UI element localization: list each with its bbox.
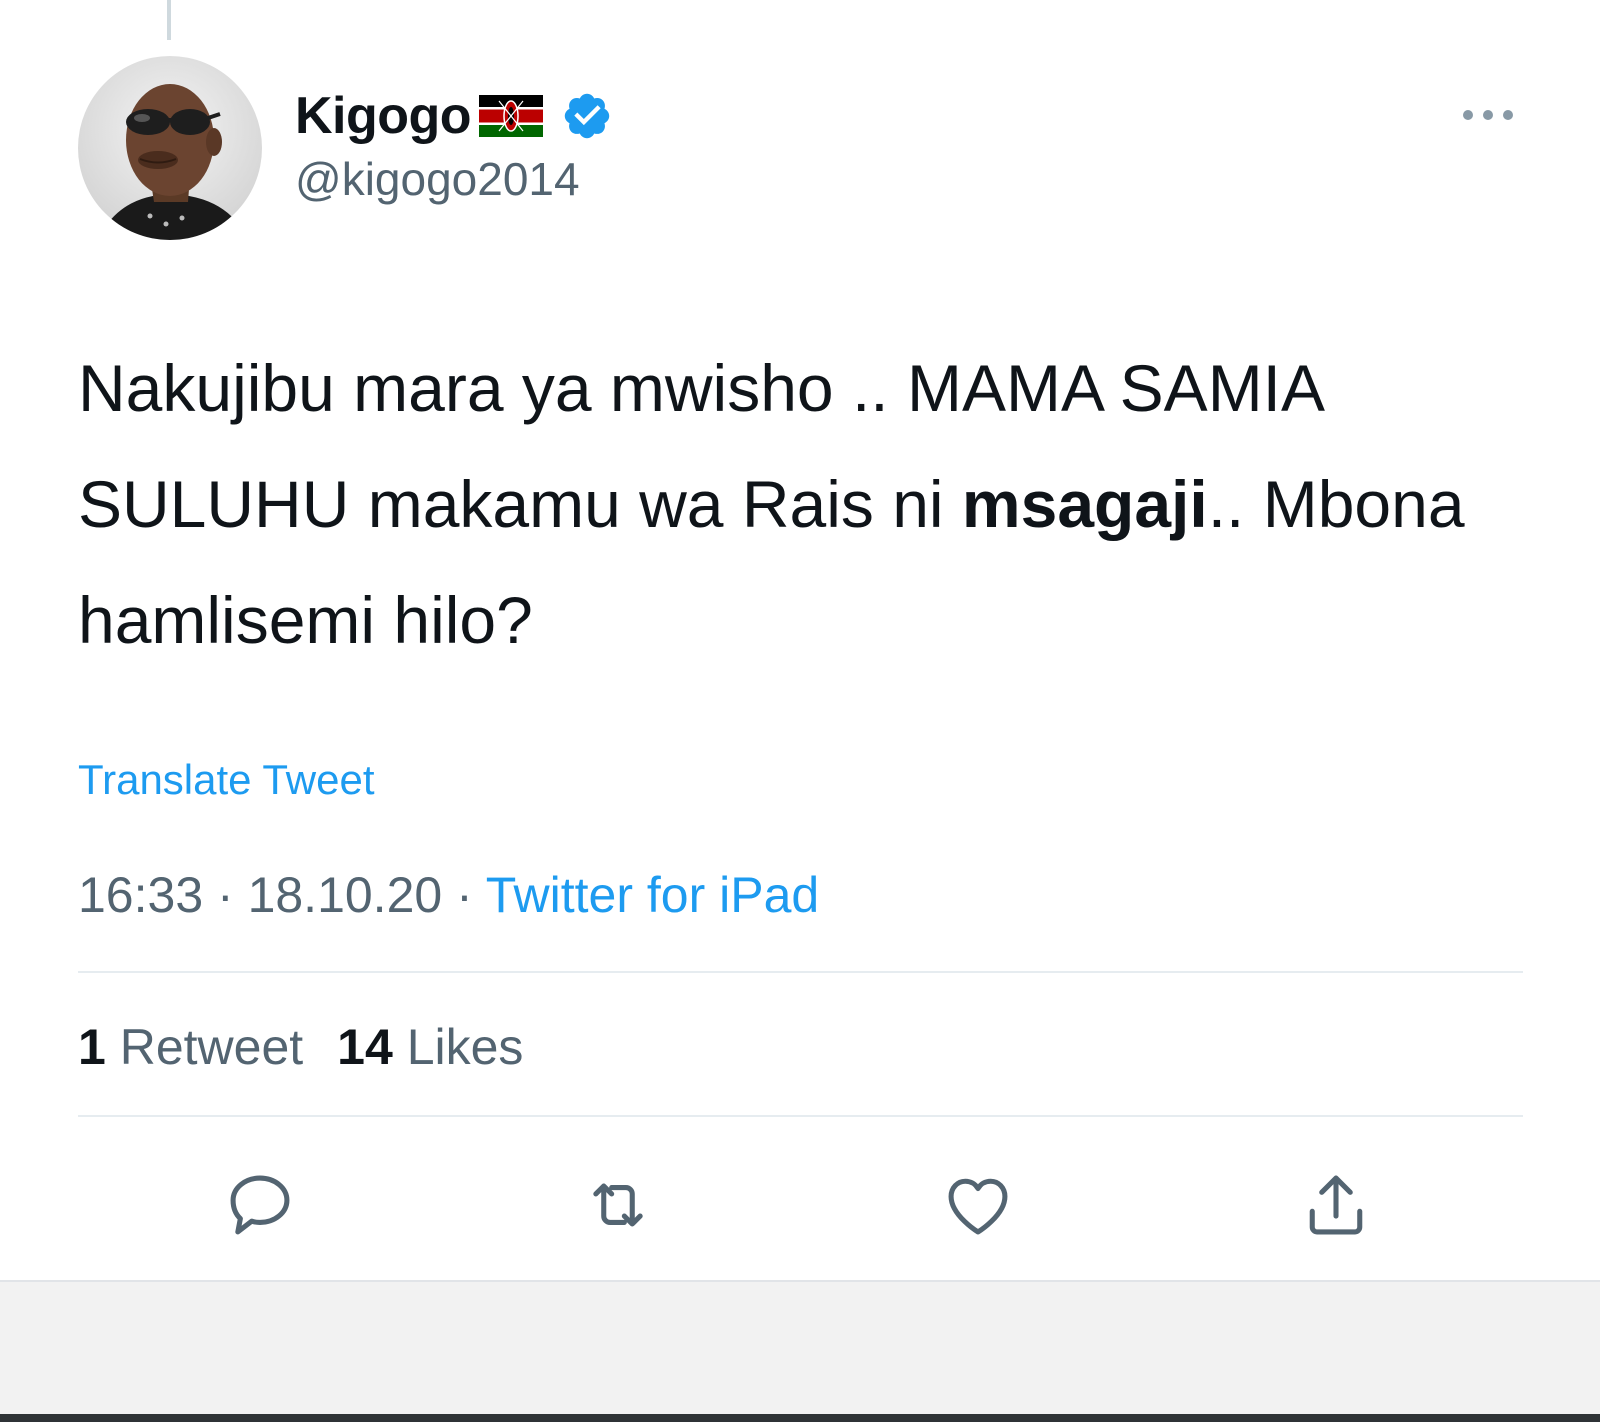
tweet-text: Nakujibu mara ya mwisho .. MAMA SAMIA SU… [78, 330, 1538, 678]
avatar[interactable] [78, 56, 262, 240]
share-icon [1309, 1175, 1363, 1235]
reply-icon [230, 1175, 290, 1235]
like-icon [948, 1178, 1008, 1235]
tweet-time[interactable]: 16:33 [78, 867, 203, 923]
likes-count: 14 [337, 1019, 393, 1075]
bottom-edge-bar [0, 1414, 1600, 1422]
avatar-image [78, 56, 262, 240]
divider-bottom [78, 1115, 1523, 1117]
retweet-button[interactable] [578, 1165, 658, 1245]
tweet-metadata: 16:33 · 18.10.20 · Twitter for iPad [78, 866, 819, 924]
tweet-text-bold: msagaji [961, 467, 1208, 541]
engagement-stats: 1 Retweet 14 Likes [78, 1018, 523, 1076]
tweet-detail-page: Kigogo @kigogo2014 Nakujibu mara ya mwis… [0, 0, 1600, 1422]
likes-stat[interactable]: 14 Likes [337, 1019, 523, 1075]
thread-connector-line [167, 0, 171, 40]
retweet-icon [593, 1183, 643, 1227]
reply-button[interactable] [220, 1165, 300, 1245]
divider-top [78, 971, 1523, 973]
meta-separator: · [203, 867, 248, 923]
meta-separator: · [442, 867, 486, 923]
retweets-stat[interactable]: 1 Retweet [78, 1019, 303, 1075]
kenya-flag-icon [479, 95, 544, 137]
name-row: Kigogo [295, 84, 613, 148]
tweet-date[interactable]: 18.10.20 [248, 867, 443, 923]
verified-badge-icon [561, 90, 613, 142]
more-options-icon[interactable] [1460, 100, 1516, 130]
translate-tweet-link[interactable]: Translate Tweet [78, 756, 374, 804]
like-button[interactable] [938, 1165, 1018, 1245]
author-header: Kigogo @kigogo2014 [295, 84, 613, 206]
display-name[interactable]: Kigogo [295, 86, 472, 146]
likes-label: Likes [406, 1019, 524, 1075]
tweet-source-link[interactable]: Twitter for iPad [486, 867, 819, 923]
retweets-label: Retweet [119, 1019, 304, 1075]
retweets-count: 1 [78, 1019, 106, 1075]
author-handle[interactable]: @kigogo2014 [295, 152, 613, 206]
footer-area [0, 1280, 1600, 1416]
share-button[interactable] [1296, 1165, 1376, 1245]
